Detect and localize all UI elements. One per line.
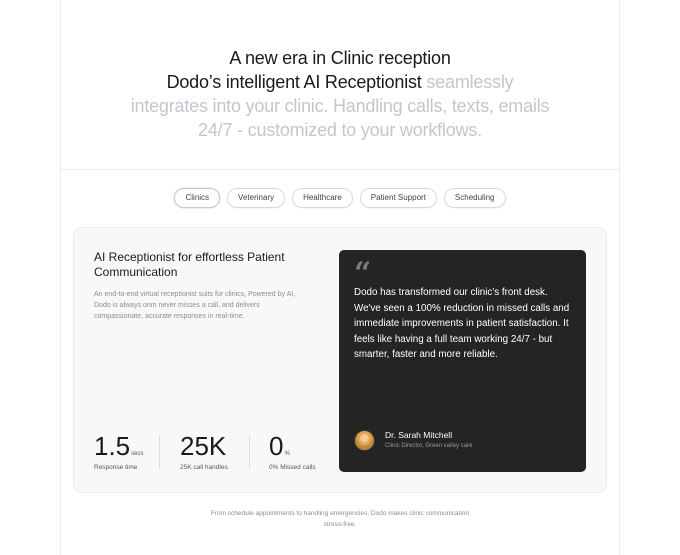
tab-scheduling[interactable]: Scheduling xyxy=(443,188,506,208)
feature-card: AI Receptionist for effortless Patient C… xyxy=(73,227,607,493)
author-name: Dr. Sarah Mitchell xyxy=(385,430,453,440)
tab-patient-support[interactable]: Patient Support xyxy=(359,188,437,208)
hero-title: A new era in Clinic reception xyxy=(229,48,451,68)
stat-value: 1.5 xyxy=(94,431,131,461)
tab-clinics[interactable]: Clinics xyxy=(174,188,221,208)
stat-label: 0% Missed calls xyxy=(269,464,316,471)
stat-missed-calls: 0% 0% Missed calls xyxy=(269,431,316,476)
footer-note: From schedule appointments to handling e… xyxy=(210,510,470,528)
stats-row: 1.5secs Response time 25K 25K call handl… xyxy=(94,431,334,476)
card-title: AI Receptionist for effortless Patient C… xyxy=(94,250,285,279)
hero-heading: A new era in Clinic reception Dodo’s int… xyxy=(60,46,620,142)
stat-label: Response time xyxy=(94,464,138,471)
stat-unit: % xyxy=(284,451,290,457)
stat-divider xyxy=(159,435,160,469)
hero-subtitle-strong: Dodo’s intelligent AI Receptionist xyxy=(166,72,422,92)
tab-healthcare[interactable]: Healthcare xyxy=(292,188,353,208)
testimonial-card: “ Dodo has transformed our clinic’s fron… xyxy=(339,250,586,472)
stat-divider xyxy=(249,435,250,469)
card-description: An end-to-end virtual receptionist suits… xyxy=(94,291,296,320)
testimonial-text: Dodo has transformed our clinic’s front … xyxy=(354,287,570,360)
stat-unit: secs xyxy=(131,451,144,457)
stat-calls-handled: 25K 25K call handles xyxy=(180,431,228,476)
hero-section: A new era in Clinic reception Dodo’s int… xyxy=(60,0,620,170)
stat-response-time: 1.5secs Response time xyxy=(94,431,144,476)
stat-value: 25K xyxy=(180,431,227,461)
stat-value: 0 xyxy=(269,431,284,461)
author-role: Clinic Director, Green valley care xyxy=(385,443,473,449)
category-tabs: Clinics Veterinary Healthcare Patient Su… xyxy=(0,188,680,208)
stat-label: 25K call handles xyxy=(180,464,228,471)
avatar xyxy=(354,430,375,451)
tab-veterinary[interactable]: Veterinary xyxy=(227,188,286,208)
